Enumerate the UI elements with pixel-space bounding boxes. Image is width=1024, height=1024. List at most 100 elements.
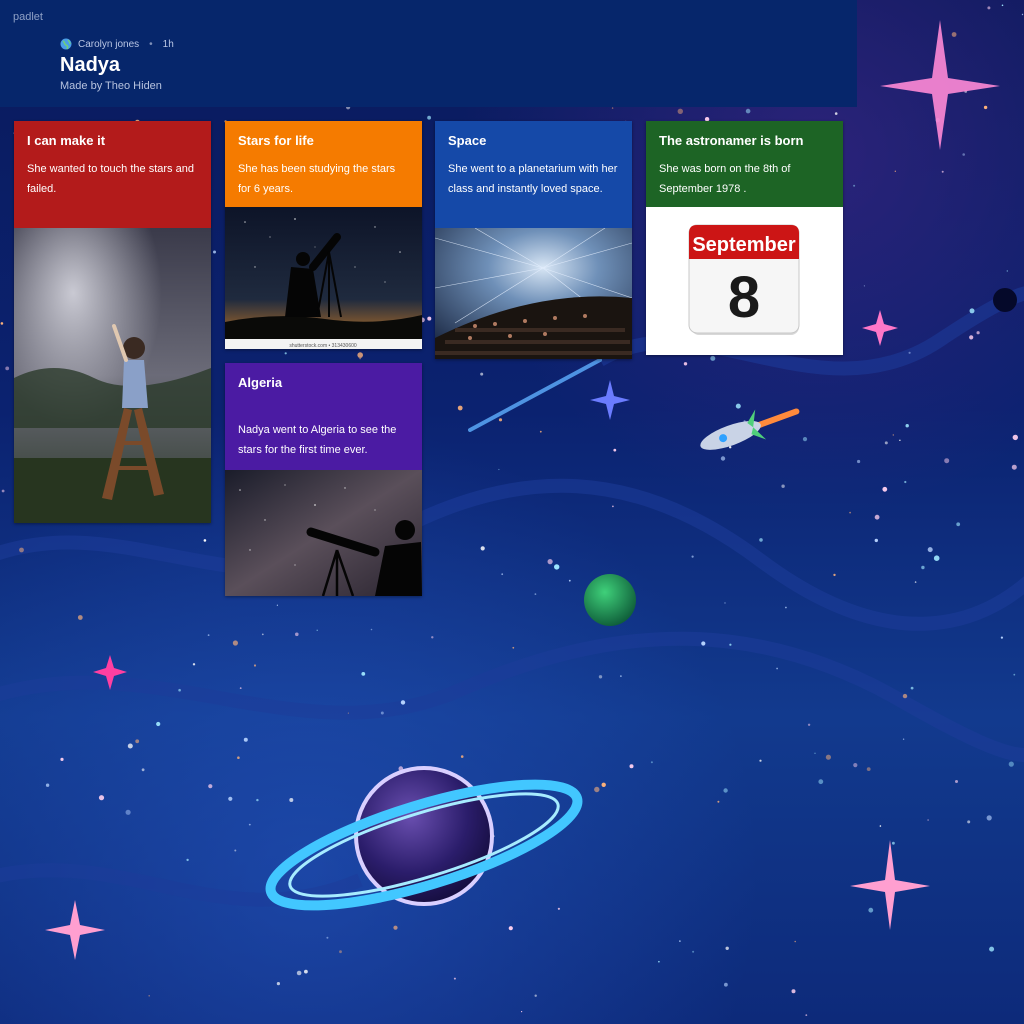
post-card-astronamer-born[interactable]: The astronamer is born She was born on t… [646, 121, 843, 355]
background-star [480, 372, 484, 376]
background-star [248, 823, 251, 826]
background-star [724, 602, 726, 604]
background-star [156, 721, 161, 727]
background-star [717, 800, 720, 803]
background-star [480, 546, 485, 551]
background-star [125, 809, 131, 815]
background-star [825, 754, 832, 760]
author-name[interactable]: Carolyn jones [78, 39, 139, 50]
post-image-planetarium[interactable] [435, 228, 632, 359]
background-star [232, 640, 238, 646]
background-star [927, 547, 933, 553]
background-star [498, 468, 500, 471]
background-star [986, 815, 992, 821]
sparkle-star-icon [862, 310, 898, 346]
background-star [683, 362, 688, 366]
background-star [884, 441, 888, 445]
background-star [701, 641, 706, 646]
background-star [521, 1011, 523, 1013]
post-card-space[interactable]: Space She went to a planetarium with her… [435, 121, 632, 359]
post-card-algeria[interactable]: Algeria Nadya went to Algeria to see the… [225, 363, 422, 596]
post-image-calendar[interactable]: September 8 [646, 207, 843, 355]
background-star [127, 743, 133, 749]
post-body: She went to a planetarium with her class… [448, 163, 618, 195]
background-star [944, 458, 950, 464]
background-star [77, 615, 83, 620]
background-star [976, 331, 980, 335]
background-star [316, 629, 318, 631]
background-star [892, 841, 895, 845]
background-star [899, 439, 901, 441]
background-star [863, 285, 866, 287]
background-star [261, 633, 264, 636]
post-body: She was born on the 8th of September 197… [659, 163, 791, 195]
post-title: Algeria [238, 375, 283, 390]
background-star [508, 926, 513, 931]
background-star [276, 604, 278, 606]
background-star [723, 788, 728, 793]
background-star [914, 581, 917, 583]
background-star [879, 825, 882, 827]
background-star [679, 940, 681, 942]
background-star [853, 763, 858, 768]
background-star [983, 105, 988, 110]
background-star [1012, 434, 1018, 441]
background-star [724, 982, 728, 987]
background-star [892, 434, 894, 436]
background-star [295, 632, 299, 637]
post-card-stars-for-life[interactable]: Stars for life She has been studying the… [225, 121, 422, 349]
background-star [874, 538, 878, 543]
background-star [921, 565, 925, 570]
background-star [1008, 761, 1014, 767]
background-star [710, 355, 716, 361]
post-card-i-can-make-it[interactable]: I can make it She wanted to touch the st… [14, 121, 211, 523]
background-star [594, 786, 600, 793]
background-star [902, 738, 905, 740]
background-star [868, 907, 874, 913]
background-star [186, 858, 189, 862]
background-star [951, 32, 957, 37]
background-star [400, 700, 406, 705]
dark-planet [993, 288, 1017, 312]
background-star [834, 112, 838, 115]
background-star [691, 555, 694, 558]
post-image-girl-reaching-moon[interactable] [14, 228, 211, 523]
background-star [785, 606, 787, 609]
background-star [853, 184, 856, 187]
background-star [207, 634, 210, 636]
background-star [243, 737, 248, 742]
background-star [361, 672, 366, 676]
background-star [969, 308, 975, 314]
background-star [357, 352, 364, 358]
post-body: Nadya went to Algeria to see the stars f… [238, 424, 397, 456]
post-title: The astronamer is born [659, 133, 804, 148]
background-star [725, 946, 729, 950]
post-title: I can make it [27, 133, 106, 148]
sparkle-star-icon [850, 840, 930, 930]
background-star [781, 484, 785, 488]
background-star [833, 573, 836, 577]
background-star [956, 522, 961, 527]
post-image-telescope-silhouette[interactable]: shutterstock.com • 313430600 [225, 207, 422, 349]
separator-dot: • [149, 38, 153, 50]
background-star [557, 907, 561, 910]
sparkle-star-icon [880, 20, 1000, 150]
post-body: She has been studying the stars for 6 ye… [238, 163, 396, 195]
background-star [380, 711, 384, 715]
background-star [393, 925, 398, 930]
background-star [347, 712, 349, 714]
padlet-logo[interactable]: padlet [13, 11, 43, 23]
post-image-stargazer[interactable] [225, 470, 422, 596]
background-star [677, 108, 683, 115]
background-star [512, 646, 515, 649]
background-star [427, 316, 432, 321]
board-header: padlet Carolyn jones • 1h Nadya Made by … [0, 0, 857, 107]
background-star [933, 555, 940, 561]
background-star [148, 995, 150, 997]
background-star [547, 559, 553, 565]
background-star [427, 115, 431, 120]
background-star [874, 514, 880, 520]
background-star [910, 686, 914, 690]
ringed-planet [265, 766, 583, 911]
post-title: Space [448, 133, 487, 148]
